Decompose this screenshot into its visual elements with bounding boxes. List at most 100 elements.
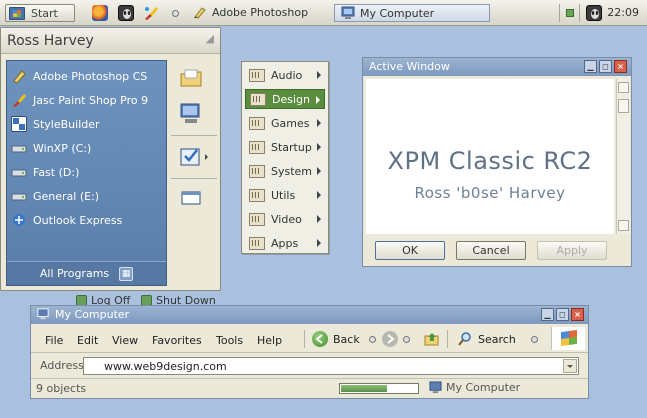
quick-panel-separator xyxy=(171,135,217,136)
computer-icon[interactable] xyxy=(177,100,205,128)
arrow-right-icon xyxy=(317,191,321,199)
folder-icon xyxy=(250,92,266,106)
back-button[interactable]: Back xyxy=(312,331,376,347)
photoshop-icon xyxy=(11,68,27,84)
arrow-right-icon xyxy=(317,119,321,127)
menu-tools[interactable]: Tools xyxy=(216,334,243,347)
quick-panel-separator-2 xyxy=(171,178,217,179)
program-label: WinXP (C:) xyxy=(33,141,92,155)
documents-icon[interactable] xyxy=(177,64,205,92)
program-paintshop[interactable]: Jasc Paint Shop Pro 9 xyxy=(11,89,163,111)
vertical-scrollbar[interactable] xyxy=(616,79,630,234)
windows-flag-icon xyxy=(551,327,585,350)
submenu-item-apps[interactable]: Apps xyxy=(245,233,325,253)
address-label: Address xyxy=(40,359,84,372)
menu-file[interactable]: File xyxy=(45,334,63,347)
folder-icon xyxy=(249,164,265,178)
all-programs-icon: ▦ xyxy=(119,266,134,281)
submenu-label: Utils xyxy=(271,188,296,202)
up-folder-button[interactable] xyxy=(424,331,440,347)
computer-icon xyxy=(37,308,49,320)
start-button[interactable]: Start xyxy=(5,4,75,22)
task-photoshop[interactable]: Adobe Photoshop xyxy=(193,5,308,19)
explorer-titlebar[interactable]: My Computer ▁ ◻ × xyxy=(31,306,588,324)
arrow-right-icon xyxy=(317,71,321,79)
search-dropdown-icon[interactable] xyxy=(531,336,538,343)
scroll-thumb[interactable] xyxy=(618,99,629,113)
explorer-title: My Computer xyxy=(55,308,130,321)
maximize-button[interactable]: ◻ xyxy=(556,308,569,321)
submenu-item-games[interactable]: Games xyxy=(245,113,325,133)
window-title: Active Window xyxy=(369,60,450,73)
submenu-item-startup[interactable]: Startup xyxy=(245,137,325,157)
scroll-down-button[interactable] xyxy=(618,220,629,231)
drive-e[interactable]: General (E:) xyxy=(11,185,163,207)
active-window: Active Window ▁ ◻ × XPM Classic RC2 Ross… xyxy=(362,57,632,267)
drive-icon xyxy=(11,188,27,204)
all-programs-button[interactable]: All Programs ▦ xyxy=(7,261,166,285)
alien-icon[interactable] xyxy=(118,5,134,21)
program-label: General (E:) xyxy=(33,189,100,203)
run-icon[interactable] xyxy=(177,184,205,212)
status-location: My Computer xyxy=(429,381,520,394)
address-value: www.web9design.com xyxy=(104,360,227,373)
folder-icon xyxy=(249,140,265,154)
active-window-titlebar[interactable]: Active Window ▁ ◻ × xyxy=(363,58,631,76)
status-bar: 9 objects My Computer xyxy=(31,379,588,398)
program-label: Adobe Photoshop CS xyxy=(33,69,148,83)
clock[interactable]: 22:09 xyxy=(607,6,639,19)
search-button[interactable]: Search xyxy=(457,331,516,347)
minimize-button[interactable]: ▁ xyxy=(541,308,554,321)
ok-button[interactable]: OK xyxy=(375,241,445,260)
start-menu-header: Ross Harvey ◢ xyxy=(1,28,220,54)
address-dropdown-icon[interactable] xyxy=(563,359,577,373)
programs-submenu: Audio Design Games Startup System Utils … xyxy=(241,61,329,254)
menu-view[interactable]: View xyxy=(112,334,138,347)
forward-button[interactable] xyxy=(382,331,410,347)
program-label: Jasc Paint Shop Pro 9 xyxy=(33,93,149,107)
submenu-item-video[interactable]: Video xyxy=(245,209,325,229)
scroll-up-button[interactable] xyxy=(618,82,629,93)
apply-button[interactable]: Apply xyxy=(537,241,607,260)
menu-help[interactable]: Help xyxy=(257,334,282,347)
program-label: Fast (D:) xyxy=(33,165,80,179)
arrow-right-icon xyxy=(316,96,320,104)
submenu-item-audio[interactable]: Audio xyxy=(245,65,325,85)
quick-panel xyxy=(171,60,217,286)
submenu-item-system[interactable]: System xyxy=(245,161,325,181)
close-button[interactable]: × xyxy=(614,60,627,73)
drive-c[interactable]: WinXP (C:) xyxy=(11,137,163,159)
task-mycomputer[interactable]: My Computer xyxy=(334,4,490,22)
address-input[interactable]: www.web9design.com xyxy=(83,357,579,375)
toolbar-separator xyxy=(304,330,305,348)
computer-icon xyxy=(341,6,355,19)
explorer-window: My Computer ▁ ◻ × File Edit View Favorit… xyxy=(30,305,589,399)
maximize-button[interactable]: ◻ xyxy=(599,60,612,73)
program-outlook[interactable]: Outlook Express xyxy=(11,209,163,231)
submenu-item-design[interactable]: Design xyxy=(245,89,325,109)
submenu-label: Video xyxy=(271,212,302,226)
arrow-right-icon xyxy=(317,215,321,223)
stylebuilder-icon xyxy=(11,116,27,132)
alien-tray-icon[interactable] xyxy=(586,5,602,21)
network-tray-icon[interactable] xyxy=(566,9,574,17)
program-stylebuilder[interactable]: StyleBuilder xyxy=(11,113,163,135)
menu-edit[interactable]: Edit xyxy=(77,334,98,347)
forward-dropdown-icon[interactable] xyxy=(403,335,410,343)
submenu-item-utils[interactable]: Utils xyxy=(245,185,325,205)
status-progress-bar xyxy=(339,383,419,394)
arrow-right-icon xyxy=(317,167,321,175)
tray-separator xyxy=(559,4,560,22)
program-photoshop[interactable]: Adobe Photoshop CS xyxy=(11,65,163,87)
cancel-button[interactable]: Cancel xyxy=(456,241,526,260)
brush-icon[interactable] xyxy=(143,5,159,21)
minimize-button[interactable]: ▁ xyxy=(584,60,597,73)
back-dropdown-icon[interactable] xyxy=(368,335,376,343)
drive-d[interactable]: Fast (D:) xyxy=(11,161,163,183)
firefox-icon[interactable] xyxy=(92,5,108,21)
menu-favorites[interactable]: Favorites xyxy=(152,334,202,347)
submenu-label: Startup xyxy=(271,140,312,154)
settings-flyout-icon[interactable] xyxy=(177,144,208,172)
close-button[interactable]: × xyxy=(571,308,584,321)
progress-fill xyxy=(341,385,388,392)
